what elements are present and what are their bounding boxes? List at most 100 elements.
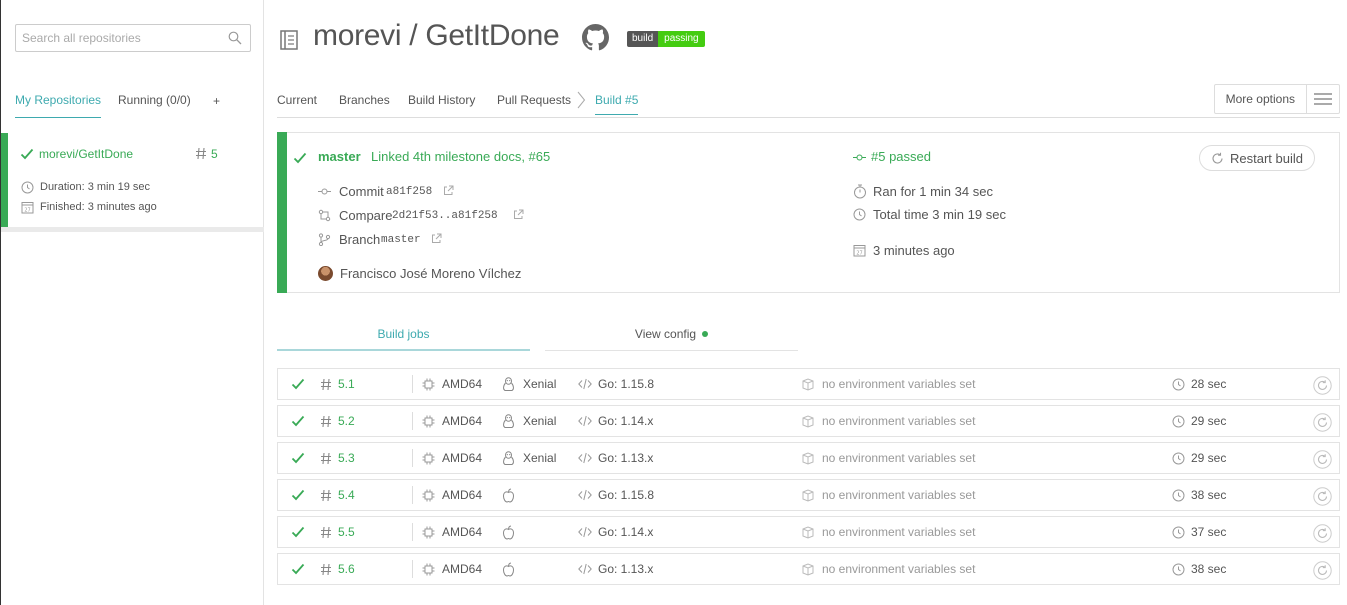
job-row[interactable]: 5.6 AMD64 Go: 1.13.x no environment variabl… — [277, 553, 1340, 585]
job-number[interactable]: 5.1 — [338, 369, 355, 399]
repo-card[interactable]: morevi/GetItDone 5 Duration: 3 min 19 se… — [1, 133, 264, 232]
github-icon[interactable] — [582, 24, 609, 51]
code-icon — [578, 517, 592, 547]
status-bar — [1, 133, 8, 227]
compare-range[interactable]: 2d21f53..a81f258 — [392, 210, 498, 222]
hash-icon — [195, 147, 207, 160]
job-number[interactable]: 5.6 — [338, 554, 355, 584]
repo-build-number[interactable]: 5 — [211, 147, 218, 161]
job-language: Go: 1.13.x — [598, 562, 654, 576]
total-time: Total time 3 min 19 sec — [873, 207, 1006, 222]
job-language: Go: 1.14.x — [598, 525, 654, 539]
job-os-label: Xenial — [523, 414, 557, 428]
check-icon — [20, 147, 34, 161]
restart-job-icon[interactable] — [1313, 407, 1332, 437]
restart-build-button[interactable]: Restart build — [1199, 145, 1315, 171]
compare-label: Compare — [339, 208, 393, 223]
restart-build-label: Restart build — [1230, 150, 1303, 166]
tab-branches[interactable]: Branches — [339, 93, 390, 107]
linux-icon — [502, 406, 515, 436]
box-icon — [802, 369, 814, 399]
clock-icon — [1172, 480, 1185, 510]
clock-icon — [1172, 406, 1185, 436]
tab-pull-requests[interactable]: Pull Requests — [497, 93, 571, 107]
box-icon — [802, 480, 814, 510]
job-env: no environment variables set — [822, 525, 976, 539]
restart-icon — [1211, 152, 1224, 165]
job-language: Go: 1.15.8 — [598, 488, 655, 502]
repo-icon — [279, 29, 299, 51]
search-box[interactable] — [15, 24, 251, 52]
clock-icon — [1172, 369, 1185, 399]
job-language: Go: 1.14.x — [598, 414, 654, 428]
tab-current[interactable]: Current — [277, 93, 317, 107]
box-icon — [802, 406, 814, 436]
restart-job-icon[interactable] — [1313, 555, 1332, 585]
branch-value[interactable]: master — [381, 234, 421, 246]
divider — [412, 560, 413, 578]
hash-icon — [320, 406, 332, 436]
box-icon — [802, 554, 814, 584]
job-env: no environment variables set — [822, 377, 976, 391]
avatar — [318, 266, 333, 281]
linux-icon — [502, 443, 515, 473]
box-icon — [802, 443, 814, 473]
divider — [412, 412, 413, 430]
external-link-icon[interactable] — [513, 209, 524, 220]
more-options-button[interactable]: More options — [1213, 84, 1340, 114]
job-row[interactable]: 5.2 AMD64 Xenial Go: 1.14.x no environment v… — [277, 405, 1340, 437]
job-number[interactable]: 5.3 — [338, 443, 355, 473]
job-arch: AMD64 — [442, 562, 483, 576]
hamburger-menu-icon[interactable] — [1307, 85, 1339, 113]
build-status-badge[interactable]: build passing — [627, 31, 705, 47]
branch-name[interactable]: master — [318, 149, 361, 164]
job-language: Go: 1.13.x — [598, 451, 654, 465]
more-options-label[interactable]: More options — [1215, 85, 1307, 113]
add-tab-button[interactable]: + — [213, 93, 220, 119]
job-number[interactable]: 5.5 — [338, 517, 355, 547]
build-nav: Current Branches Build History Pull Requ… — [277, 84, 1340, 118]
job-number[interactable]: 5.2 — [338, 406, 355, 436]
job-os-label: Xenial — [523, 377, 557, 391]
job-row[interactable]: 5.5 AMD64 Go: 1.14.x no environment variabl… — [277, 516, 1340, 548]
code-icon — [578, 406, 592, 436]
job-row[interactable]: 5.3 AMD64 Xenial Go: 1.13.x no environment v… — [277, 442, 1340, 474]
commit-hash[interactable]: a81f258 — [386, 186, 432, 198]
job-number[interactable]: 5.4 — [338, 480, 355, 510]
tab-build-history[interactable]: Build History — [408, 93, 475, 107]
job-arch: AMD64 — [442, 525, 483, 539]
search-input[interactable] — [16, 25, 216, 51]
job-arch: AMD64 — [442, 414, 483, 428]
job-row[interactable]: 5.1 AMD64 Xenial Go: 1.15.8 no environment v… — [277, 368, 1340, 400]
apple-icon — [502, 554, 515, 584]
code-icon — [578, 554, 592, 584]
external-link-icon[interactable] — [431, 233, 442, 244]
tab-view-config[interactable]: View config — [545, 319, 798, 351]
divider — [412, 375, 413, 393]
job-duration: 38 sec — [1191, 488, 1227, 502]
search-icon[interactable] — [228, 31, 242, 45]
tab-my-repositories[interactable]: My Repositories — [15, 92, 102, 118]
hash-icon — [320, 480, 332, 510]
external-link-icon[interactable] — [443, 185, 454, 196]
apple-icon — [502, 480, 515, 510]
restart-job-icon[interactable] — [1313, 518, 1332, 548]
job-row[interactable]: 5.4 AMD64 Go: 1.15.8 no environment variabl… — [277, 479, 1340, 511]
tab-running[interactable]: Running (0/0) — [118, 92, 191, 118]
restart-job-icon[interactable] — [1313, 370, 1332, 400]
cpu-icon — [422, 443, 435, 473]
commit-icon — [318, 185, 331, 198]
tab-view-config-label: View config — [634, 327, 697, 341]
restart-job-icon[interactable] — [1313, 481, 1332, 511]
cpu-icon — [422, 554, 435, 584]
repo-link[interactable]: morevi/GetItDone — [39, 147, 133, 161]
commit-message[interactable]: Linked 4th milestone docs, #65 — [371, 149, 550, 164]
hash-icon — [320, 443, 332, 473]
check-icon — [291, 554, 305, 584]
restart-job-icon[interactable] — [1313, 444, 1332, 474]
tab-build-5[interactable]: Build #5 — [595, 93, 639, 115]
check-icon — [291, 406, 305, 436]
tab-build-jobs[interactable]: Build jobs — [277, 319, 530, 351]
job-language: Go: 1.15.8 — [598, 377, 655, 391]
status-bar — [277, 132, 287, 293]
